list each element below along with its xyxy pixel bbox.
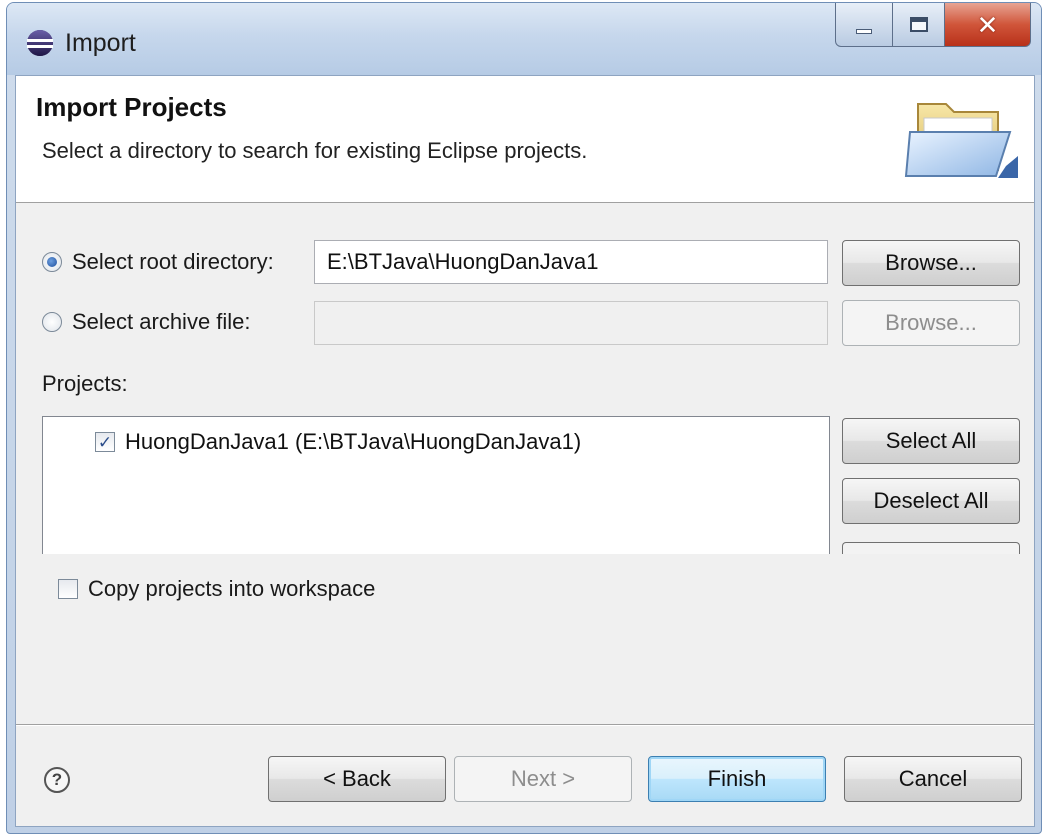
title-bar[interactable]: Import ✕ [7, 3, 1041, 75]
archive-file-option[interactable]: Select archive file: [42, 309, 251, 335]
select-all-button[interactable]: Select All [842, 418, 1020, 464]
radio-selected-dot [47, 257, 57, 267]
root-directory-option[interactable]: Select root directory: [42, 249, 274, 275]
minimize-button[interactable] [835, 3, 893, 47]
next-button: Next > [454, 756, 632, 802]
eclipse-icon [27, 30, 53, 56]
minimize-icon [856, 29, 872, 34]
list-item[interactable]: ✓ HuongDanJava1 (E:\BTJava\HuongDanJava1… [95, 429, 581, 455]
archive-file-input [314, 301, 828, 345]
window-controls: ✕ [835, 3, 1031, 51]
close-icon: ✕ [976, 9, 999, 40]
maximize-button[interactable] [893, 3, 945, 47]
finish-button[interactable]: Finish [648, 756, 826, 802]
root-directory-radio[interactable] [42, 252, 62, 272]
browse-archive-button: Browse... [842, 300, 1020, 346]
checkmark-icon: ✓ [97, 432, 113, 452]
projects-label: Projects: [42, 371, 128, 396]
archive-file-radio[interactable] [42, 312, 62, 332]
archive-file-label: Select archive file: [72, 309, 251, 334]
import-dialog-window: Import ✕ Import Projects Select a direct… [6, 2, 1042, 834]
root-directory-label: Select root directory: [72, 249, 274, 274]
project-label: HuongDanJava1 (E:\BTJava\HuongDanJava1) [125, 429, 582, 454]
dialog-body: Import Projects Select a directory to se… [15, 75, 1035, 827]
close-button[interactable]: ✕ [945, 3, 1031, 47]
copy-projects-checkbox[interactable] [58, 579, 78, 599]
page-description: Select a directory to search for existin… [42, 138, 588, 163]
help-icon[interactable]: ? [44, 767, 70, 793]
window-title: Import [65, 29, 136, 57]
copy-projects-option[interactable]: Copy projects into workspace [58, 576, 375, 602]
wizard-header: Import Projects Select a directory to se… [16, 76, 1034, 203]
projects-list[interactable]: ✓ HuongDanJava1 (E:\BTJava\HuongDanJava1… [42, 416, 830, 554]
deselect-all-button[interactable]: Deselect All [842, 478, 1020, 524]
page-title: Import Projects [36, 92, 227, 122]
root-directory-input[interactable] [314, 240, 828, 284]
back-button[interactable]: < Back [268, 756, 446, 802]
copy-projects-label: Copy projects into workspace [88, 576, 376, 601]
cancel-button[interactable]: Cancel [844, 756, 1022, 802]
project-checkbox[interactable]: ✓ [95, 432, 115, 452]
browse-directory-button[interactable]: Browse... [842, 240, 1020, 286]
refresh-button[interactable] [842, 542, 1020, 554]
footer-divider [16, 724, 1034, 726]
maximize-icon [909, 17, 928, 32]
folder-open-icon [904, 103, 1018, 178]
